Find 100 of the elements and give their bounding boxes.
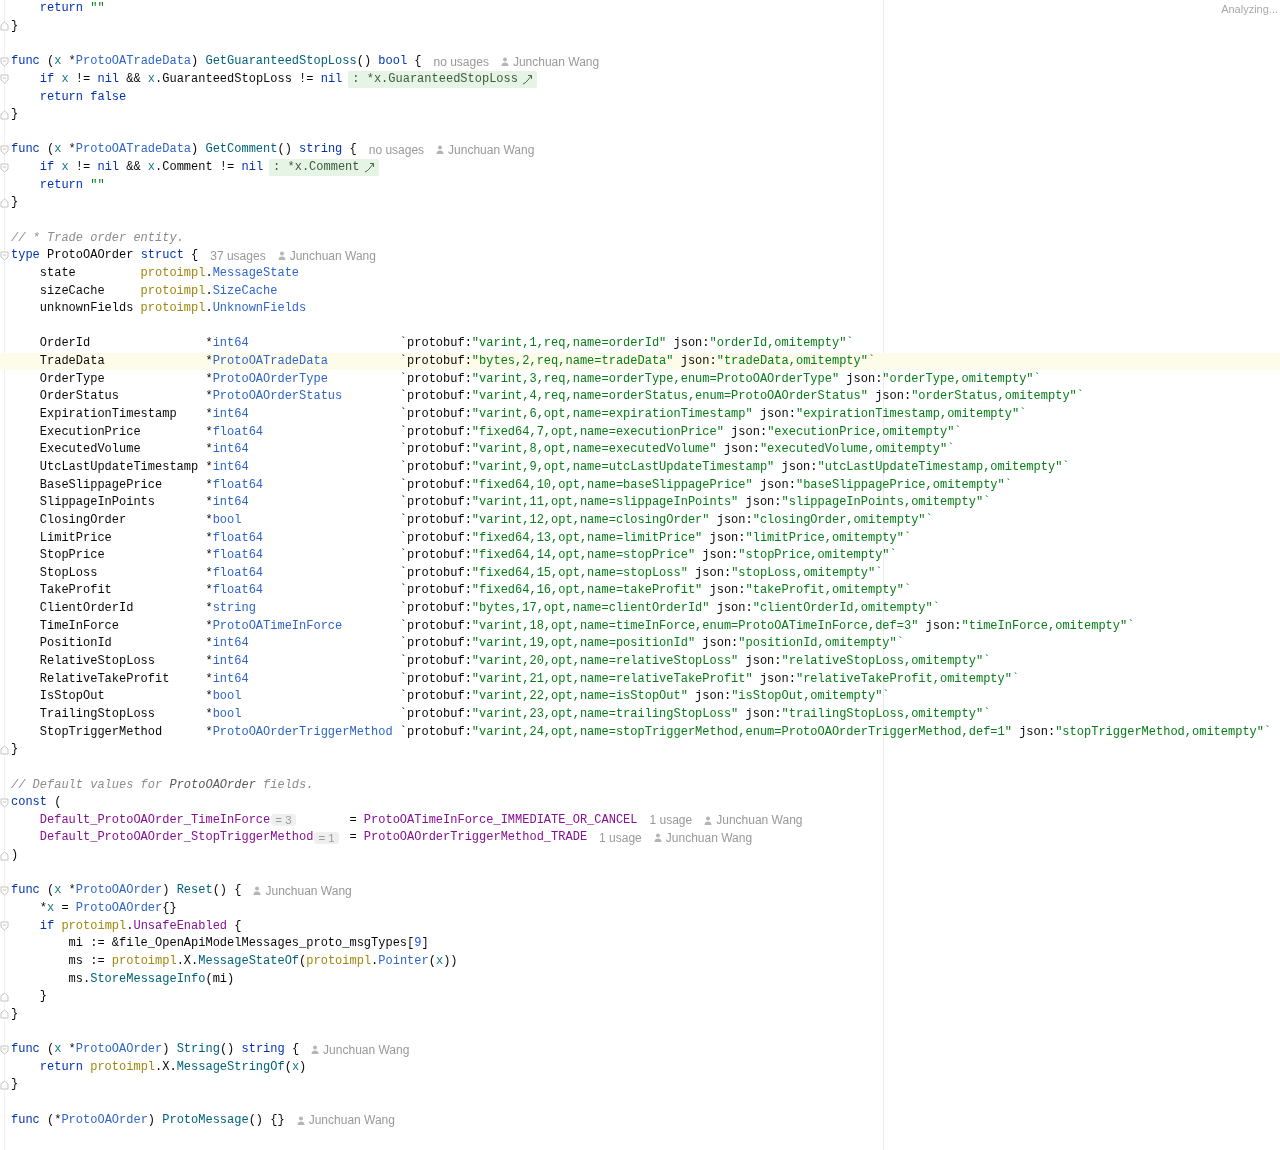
person-icon	[311, 1045, 320, 1055]
code-line: )	[11, 847, 19, 865]
code-line: func (*ProtoOAOrder) ProtoMessage() {}	[11, 1111, 285, 1129]
code-line: ExecutionPrice *float64 `protobuf:"fixed64,7,opt,name=executionPrice" json:"executionPrice,omitempty"`	[39, 423, 962, 441]
code-line: if protoimpl.UnsafeEnabled {	[38, 917, 242, 935]
code-line: Default_ProtoOAOrder_StopTriggerMethod	[39, 829, 314, 847]
code-line: BaseSlippagePrice *float64 `protobuf:"fixed64,10,opt,name=baseSlippagePrice" json:"baseSlippagePrice,omitempty"`	[39, 476, 1012, 494]
code-line: unknownFields protoimpl.UnknownFields	[39, 300, 307, 318]
fold-icon[interactable]	[0, 197, 9, 208]
code-line: = ProtoOATimeInForce_IMMEDIATE_OR_CANCEL	[349, 811, 638, 829]
fold-icon[interactable]	[0, 1079, 9, 1090]
author-name[interactable]: Junchuan Wang	[308, 1113, 395, 1128]
code-line: OrderStatus *ProtoOAOrderStatus `protobuf:"varint,4,req,name=orderStatus,enum=ProtoOAOrderStatus" json:"orderStatus,omitempty"`	[39, 388, 1084, 406]
code-line: return ""	[38, 176, 105, 194]
code-line: LimitPrice *float64 `protobuf:"fixed64,13,opt,name=limitPrice" json:"limitPrice,omitempty"`	[39, 529, 912, 547]
code-line: *x = ProtoOAOrder{}	[38, 900, 177, 917]
code-line: ms.StoreMessageInfo(mi)	[67, 970, 235, 988]
person-icon	[277, 251, 286, 261]
usage-count[interactable]: 1 usage	[599, 830, 642, 845]
inline-hint[interactable]: : *x.Comment	[269, 159, 379, 177]
code-line: }	[38, 988, 47, 1006]
author-name[interactable]: Junchuan Wang	[323, 1042, 410, 1057]
code-line: }	[11, 106, 19, 124]
fold-icon[interactable]	[0, 74, 9, 85]
code-line: SlippageInPoints *int64 `protobuf:"varint,11,opt,name=slippageInPoints" json:"slippageInPoints,omitempty"`	[39, 494, 991, 512]
person-icon	[253, 886, 262, 896]
code-line: }	[11, 17, 19, 35]
code-line: ExecutedVolume *int64 `protobuf:"varint,8,opt,name=executedVolume" json:"executedVolume,omitempty"`	[39, 441, 955, 459]
code-line: // * Trade order entity.	[11, 229, 184, 247]
value-hint: = 3	[271, 814, 296, 827]
author-name[interactable]: Junchuan Wang	[512, 54, 600, 69]
fold-icon[interactable]	[0, 56, 9, 67]
code-line: if x != nil && x.GuaranteedStopLoss != nil	[38, 70, 343, 88]
code-line: PositionId *int64 `protobuf:"varint,19,opt,name=positionId" json:"positionId,omitempty"`	[39, 635, 904, 653]
code-line: func (x *ProtoOATradeData) GetGuaranteedStopLoss() bool {	[11, 53, 422, 71]
usage-count[interactable]: no usages	[433, 54, 489, 69]
code-line: TakeProfit *float64 `protobuf:"fixed64,16,opt,name=takeProfit" json:"takeProfit,omitempty"`	[39, 582, 912, 600]
usage-count[interactable]: 37 usages	[210, 248, 266, 263]
fold-icon[interactable]	[0, 885, 9, 896]
value-hint: = 1	[314, 831, 339, 844]
arrow-icon	[521, 73, 533, 85]
code-line: return ""	[38, 0, 105, 18]
author-name[interactable]: Junchuan Wang	[289, 248, 376, 263]
code-line: return false	[38, 88, 127, 106]
fold-icon[interactable]	[0, 797, 9, 808]
fold-icon[interactable]	[0, 250, 9, 261]
code-line: func (x *ProtoOATradeData) GetComment() string {	[11, 141, 357, 159]
code-line: if x != nil && x.Comment != nil	[38, 159, 264, 177]
code-line: IsStopOut *bool `protobuf:"varint,22,opt,name=isStopOut" json:"isStopOut,omitempty"`	[39, 688, 890, 706]
code-line: TrailingStopLoss *bool `protobuf:"varint,23,opt,name=trailingStopLoss" json:"trailingStopLoss,omitempty"`	[39, 705, 991, 723]
code-line: TradeData *ProtoOATradeData `protobuf:"bytes,2,req,name=tradeData" json:"tradeData,omitempty"`	[39, 353, 876, 371]
code-line: = ProtoOAOrderTriggerMethod_TRADE	[349, 829, 588, 847]
fold-icon[interactable]	[0, 21, 9, 32]
code-line: ClientOrderId *string `protobuf:"bytes,17,opt,name=clientOrderId" json:"clientOrderId,omitempty"`	[39, 600, 940, 618]
fold-icon[interactable]	[0, 850, 9, 861]
code-line: StopPrice *float64 `protobuf:"fixed64,14,opt,name=stopPrice" json:"stopPrice,omitempty"`	[39, 547, 897, 565]
person-icon	[296, 1115, 305, 1125]
author-name[interactable]: Junchuan Wang	[265, 883, 352, 898]
person-icon	[436, 145, 445, 155]
code-line: func (x *ProtoOAOrder) String() string {	[11, 1041, 300, 1059]
fold-icon[interactable]	[0, 162, 9, 173]
code-line: }	[11, 1076, 19, 1094]
code-line: return protoimpl.X.MessageStringOf(x)	[38, 1058, 307, 1076]
usage-count[interactable]: no usages	[368, 142, 425, 157]
code-line: ClosingOrder *bool `protobuf:"varint,12,opt,name=closingOrder" json:"closingOrder,omitempty"`	[39, 511, 933, 529]
author-name[interactable]: Junchuan Wang	[448, 142, 535, 157]
fold-icon[interactable]	[0, 1044, 9, 1055]
code-line: StopTriggerMethod *ProtoOAOrderTriggerMethod `protobuf:"varint,24,opt,name=stopTriggerMethod,enum=ProtoOAOrderTriggerMethod,def=1" json:"stopTriggerMethod,omitempty"`	[39, 723, 1272, 741]
code-line: const (	[11, 794, 62, 812]
fold-icon[interactable]	[0, 144, 9, 155]
code-line: TimeInForce *ProtoOATimeInForce `protobuf:"varint,18,opt,name=timeInForce,enum=ProtoOATimeInForce,def=3" json:"timeInForce,omitempty"`	[39, 617, 1135, 635]
arrow-icon	[363, 162, 375, 174]
person-icon	[653, 833, 662, 843]
hint-text: : *x.Comment	[273, 159, 360, 177]
code-line: // Default values for ProtoOAOrder fields.	[11, 776, 314, 794]
author-name[interactable]: Junchuan Wang	[716, 813, 803, 828]
fold-icon[interactable]	[0, 744, 9, 755]
code-line: sizeCache protoimpl.SizeCache	[39, 282, 278, 300]
author-name[interactable]: Junchuan Wang	[665, 830, 753, 845]
status-text: Analyzing...	[1221, 3, 1278, 15]
code-line: func (x *ProtoOAOrder) Reset() {	[11, 882, 242, 900]
person-icon	[704, 815, 713, 825]
code-line: ms := protoimpl.X.MessageStateOf(protoimpl.Pointer(x))	[67, 952, 458, 970]
code-line: RelativeTakeProfit *int64 `protobuf:"varint,21,opt,name=relativeTakeProfit" json:"relativeTakeProfit,omitempty"`	[39, 670, 1020, 688]
code-line: RelativeStopLoss *int64 `protobuf:"varint,20,opt,name=relativeStopLoss" json:"relativeStopLoss,omitempty"`	[39, 653, 991, 670]
code-line: mi := &file_OpenApiModelMessages_proto_msgTypes[9]	[67, 935, 429, 953]
fold-icon[interactable]	[0, 1009, 9, 1020]
code-line: OrderId *int64 `protobuf:"varint,1,req,name=orderId" json:"orderId,omitempty"`	[39, 335, 854, 353]
code-line: }	[11, 194, 19, 212]
usage-count[interactable]: 1 usage	[649, 813, 693, 828]
fold-icon[interactable]	[0, 991, 9, 1002]
person-icon	[500, 57, 509, 67]
code-line: }	[11, 1005, 19, 1023]
code-line: OrderType *ProtoOAOrderType `protobuf:"varint,3,req,name=orderType,enum=ProtoOAOrderType" json:"orderType,omitempty"`	[39, 370, 1041, 388]
fold-icon[interactable]	[0, 921, 9, 932]
fold-icon[interactable]	[0, 109, 9, 120]
code-line: type ProtoOAOrder struct {	[11, 247, 199, 265]
code-line: Default_ProtoOAOrder_TimeInForce	[39, 811, 271, 829]
code-line: UtcLastUpdateTimestamp *int64 `protobuf:"varint,9,opt,name=utcLastUpdateTimestamp" json:"utcLastUpdateTimestamp,omitempty"`	[39, 458, 1070, 476]
code-line: state protoimpl.MessageState	[39, 264, 300, 282]
